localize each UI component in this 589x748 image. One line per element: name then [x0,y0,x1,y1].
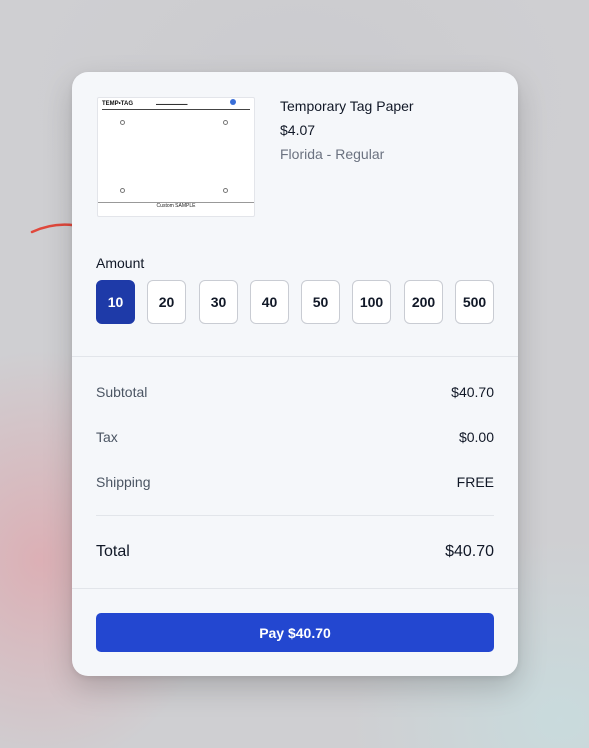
subtotal-label: Subtotal [96,384,148,400]
thumbnail-rule [102,109,250,110]
amount-option-500[interactable]: 500 [455,280,494,324]
checkout-card: TEMP•TAG ▬▬▬▬▬▬▬▬▬ Custom SAMPLE Tempora… [72,72,518,676]
amount-option-200[interactable]: 200 [404,280,443,324]
subtotal-value: $40.70 [451,384,494,400]
product-name: Temporary Tag Paper [280,98,414,114]
amount-option-40[interactable]: 40 [250,280,289,324]
shipping-label: Shipping [96,474,151,490]
thumbnail-footer: Custom SAMPLE [156,203,196,209]
product-thumbnail: TEMP•TAG ▬▬▬▬▬▬▬▬▬ Custom SAMPLE [97,97,255,217]
product-variant: Florida - Regular [280,146,385,162]
tax-value: $0.00 [458,429,494,445]
thumbnail-brand: TEMP•TAG [102,101,133,107]
product-price: $4.07 [280,122,316,138]
summary-divider [96,515,494,516]
amount-label: Amount [96,255,145,271]
amount-selector: 10 20 30 40 50 100 200 500 [96,280,494,324]
punch-hole-icon [120,120,125,125]
punch-hole-icon [223,188,228,193]
tax-label: Tax [96,429,118,445]
total-value: $40.70 [445,543,494,560]
section-divider [72,356,518,357]
shipping-value: FREE [456,474,494,490]
punch-hole-icon [120,188,125,193]
amount-option-30[interactable]: 30 [199,280,238,324]
amount-option-100[interactable]: 100 [352,280,391,324]
amount-option-50[interactable]: 50 [301,280,340,324]
section-divider [72,588,518,589]
total-label: Total [96,543,130,560]
amount-option-20[interactable]: 20 [147,280,186,324]
thumbnail-heading: ▬▬▬▬▬▬▬▬▬ [156,102,188,106]
thumbnail-logo-icon [230,99,236,105]
punch-hole-icon [223,120,228,125]
pay-button[interactable]: Pay $40.70 [96,613,494,652]
amount-option-10[interactable]: 10 [96,280,135,324]
